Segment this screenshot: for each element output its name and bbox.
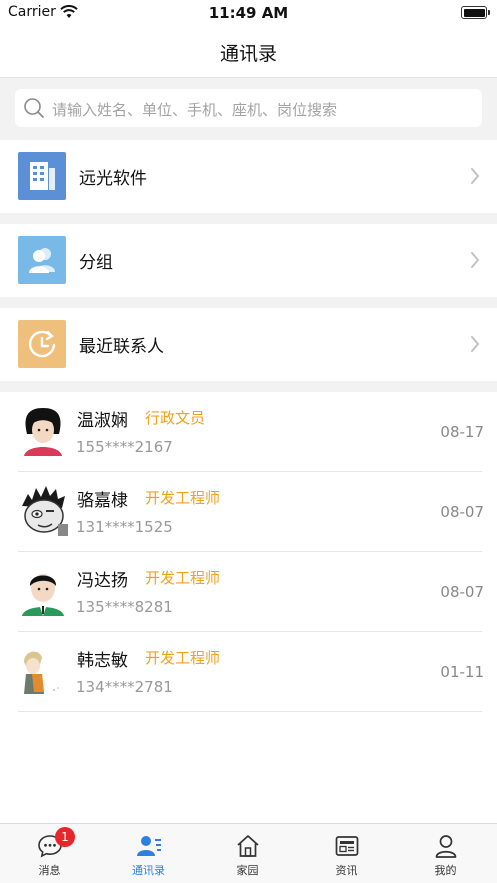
section-divider — [0, 297, 497, 308]
chevron-right-icon — [471, 252, 480, 268]
contact-row[interactable]: 骆嘉棣 开发工程师 131****1525 08-07 — [0, 472, 497, 552]
contact-name: 骆嘉棣 — [77, 491, 128, 511]
battery-icon — [461, 6, 490, 19]
tab-label: 消息 — [38, 864, 61, 877]
contact-date: 08-07 — [440, 583, 484, 601]
tab-news[interactable]: 资讯 — [297, 824, 396, 883]
navigation-bar: 通讯录 — [0, 26, 497, 78]
building-icon — [18, 152, 66, 200]
tab-contacts[interactable]: 通讯录 — [99, 824, 198, 883]
clock: 11:49 AM — [208, 4, 289, 22]
news-icon — [335, 836, 359, 856]
home-icon — [237, 835, 259, 857]
contact-name: 冯达扬 — [77, 571, 128, 591]
chevron-right-icon — [471, 168, 480, 184]
category-label: 最近联系人 — [79, 337, 164, 357]
contact-row[interactable]: 冯达扬 开发工程师 135****8281 08-07 — [0, 552, 497, 632]
person-icon — [435, 835, 457, 858]
page-title: 通讯录 — [219, 43, 277, 65]
contact-job-title: 开发工程师 — [145, 649, 221, 667]
clock-icon — [18, 320, 66, 368]
group-icon — [18, 236, 66, 284]
tab-label: 资讯 — [335, 864, 358, 877]
search-placeholder: 请输入姓名、单位、手机、座机、岗位搜索 — [52, 101, 338, 119]
spiky-hair-avatar-icon — [22, 486, 68, 536]
row-divider — [18, 711, 482, 712]
chevron-right-icon — [471, 336, 480, 352]
female-avatar-icon — [24, 408, 62, 456]
tab-label: 我的 — [434, 864, 457, 877]
contact-job-title: 行政文员 — [145, 409, 206, 427]
contact-phone: 135****8281 — [76, 598, 173, 616]
section-divider — [0, 213, 497, 224]
tab-messages[interactable]: 1 消息 — [0, 824, 99, 883]
contact-row[interactable]: 温淑娴 行政文员 155****2167 08-17 — [0, 392, 497, 472]
category-label: 分组 — [79, 253, 113, 273]
search-bar: 请输入姓名、单位、手机、座机、岗位搜索 — [0, 78, 497, 140]
contact-date: 08-17 — [440, 423, 484, 441]
contact-job-title: 开发工程师 — [145, 489, 221, 507]
unread-badge: 1 — [55, 827, 75, 847]
contact-name: 韩志敏 — [77, 651, 128, 671]
section-divider — [0, 381, 497, 392]
category-label: 远光软件 — [79, 169, 147, 189]
contacts-icon — [137, 836, 161, 856]
category-organization[interactable]: 远光软件 — [0, 140, 497, 213]
category-recent-contacts[interactable]: 最近联系人 — [0, 308, 497, 381]
tab-bar: 1 消息 通讯录 家园 资讯 我的 — [0, 823, 497, 883]
male-avatar-icon — [22, 574, 64, 616]
tab-label: 家园 — [236, 864, 259, 877]
category-groups[interactable]: 分组 — [0, 224, 497, 297]
contact-job-title: 开发工程师 — [145, 569, 221, 587]
status-bar: Carrier 11:49 AM — [0, 0, 497, 26]
contact-phone: 155****2167 — [76, 438, 173, 456]
search-input[interactable]: 请输入姓名、单位、手机、座机、岗位搜索 — [15, 89, 482, 127]
search-icon — [24, 98, 44, 118]
tab-home[interactable]: 家园 — [198, 824, 297, 883]
tab-label: 通讯录 — [132, 864, 165, 877]
contact-name: 温淑娴 — [77, 411, 128, 431]
tab-profile[interactable]: 我的 — [396, 824, 495, 883]
contact-phone: 131****1525 — [76, 518, 173, 536]
anime-avatar-icon — [24, 651, 59, 694]
contact-row[interactable]: 韩志敏 开发工程师 134****2781 01-11 — [0, 632, 497, 712]
contact-date: 01-11 — [440, 663, 484, 681]
contact-phone: 134****2781 — [76, 678, 173, 696]
contact-date: 08-07 — [440, 503, 484, 521]
